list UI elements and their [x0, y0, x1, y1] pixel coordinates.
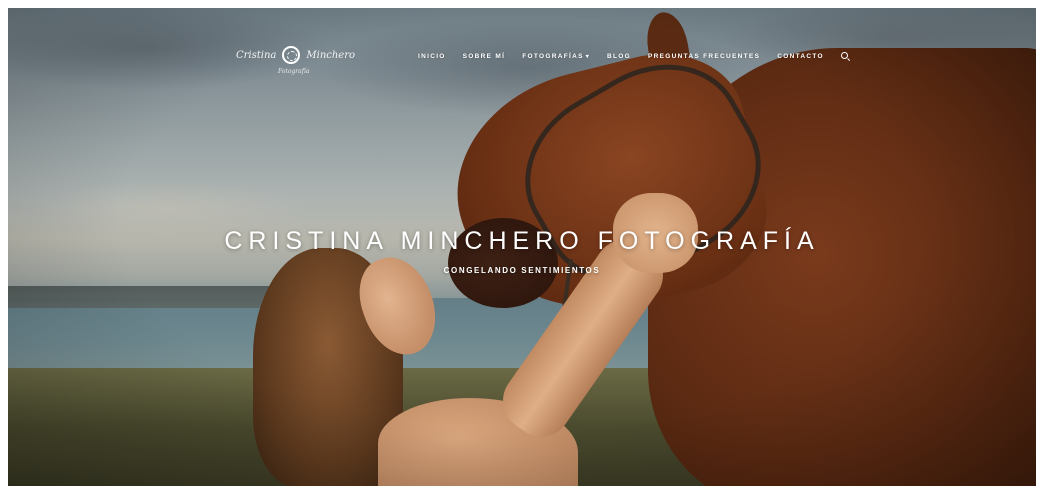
nav-item-label: PREGUNTAS FRECUENTES [648, 53, 761, 60]
logo-right-word: Minchero [306, 49, 356, 61]
logo-subtitle: Fotografía [278, 68, 310, 75]
site-header: Cristina Minchero Fotografía INICIO SOBR… [8, 8, 1036, 88]
nav-item-label: INICIO [418, 53, 446, 60]
nav-item-preguntas-frecuentes[interactable]: PREGUNTAS FRECUENTES [648, 53, 760, 60]
nav-item-blog[interactable]: BLOG [607, 53, 631, 60]
nav-item-contacto[interactable]: CONTACTO [777, 53, 824, 60]
nav-item-label: BLOG [607, 53, 632, 60]
nav-item-inicio[interactable]: INICIO [418, 53, 446, 60]
chevron-down-icon: ▾ [585, 54, 591, 60]
nav-item-fotografias[interactable]: FOTOGRAFÍAS ▾ [522, 53, 590, 60]
nav-item-label: SOBRE MÍ [462, 53, 506, 60]
logo-left-word: Cristina [236, 49, 277, 61]
nav-item-label: CONTACTO [777, 53, 824, 60]
site-logo[interactable]: Cristina Minchero [236, 46, 355, 64]
search-icon[interactable] [840, 52, 850, 61]
nav-item-label: FOTOGRAFÍAS [522, 53, 584, 60]
hero-section: Cristina Minchero Fotografía INICIO SOBR… [8, 8, 1036, 486]
main-nav: INICIO SOBRE MÍ FOTOGRAFÍAS ▾ BLOG PREGU… [418, 52, 850, 61]
logo-mark-icon [282, 46, 301, 64]
nav-item-sobre-mi[interactable]: SOBRE MÍ [463, 53, 506, 60]
hero-subtitle: CONGELANDO SENTIMIENTOS [443, 266, 601, 275]
hero-title: CRISTINA MINCHERO FOTOGRAFÍA [224, 226, 820, 255]
